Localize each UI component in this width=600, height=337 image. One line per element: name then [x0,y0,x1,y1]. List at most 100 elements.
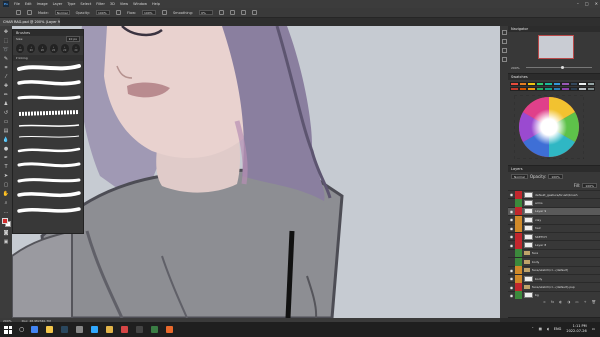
fx-icon[interactable]: fx [551,300,554,304]
history-panel-icon[interactable] [501,30,507,35]
menu-help[interactable]: Help [152,2,160,6]
steam-icon[interactable] [61,326,69,333]
brush-tool-icon[interactable]: ✏ [3,92,10,98]
brush-stroke-preview[interactable] [17,205,81,215]
layers-opacity-input[interactable]: 100% [548,174,563,179]
brush-stroke-preview[interactable] [17,78,81,88]
swatch-color[interactable] [552,82,561,86]
brush-preset-icon[interactable]: • 20 [16,44,25,53]
opacity-input[interactable]: 100% [95,10,110,15]
more-tools-icon[interactable]: … [3,209,10,215]
brush-tool-icon[interactable] [16,10,21,15]
network-icon[interactable]: ▦ [539,327,542,331]
menu-file[interactable]: File [14,2,20,6]
layers-fill-input[interactable]: 100% [582,183,597,188]
mask-icon[interactable]: ◐ [559,300,562,304]
crop-tool-icon[interactable]: ⌗ [3,65,10,71]
settings-icon[interactable] [76,326,84,333]
swatch-color[interactable] [535,82,544,86]
layer-row[interactable]: ◉ default_gesture/brush/brush [508,190,600,199]
trash-icon[interactable]: 🗑 [592,300,596,304]
lasso-tool-icon[interactable]: ➰ [3,47,10,53]
healing-tool-icon[interactable]: ✚ [3,83,10,89]
photoshop-icon[interactable] [91,326,99,333]
visibility-eye-icon[interactable]: ◉ [508,216,515,224]
volume-icon[interactable]: ◖ [547,327,549,331]
angle-icon[interactable] [230,10,236,15]
layer-row[interactable]: ◉ clay [508,215,600,224]
document-tab[interactable]: CHAR RAG.psd @ 200% (Layer 9, RGB/8*) [0,18,60,26]
brush-preset-icon[interactable]: • 20 [38,44,47,53]
shape-tool-icon[interactable]: ▢ [3,182,10,188]
pressure-opacity-icon[interactable] [115,10,121,15]
swatch-color[interactable] [535,87,544,91]
brush-folder[interactable]: ▾ Inking [13,55,83,61]
hand-tool-icon[interactable]: ✋ [3,191,10,197]
zoom-tool-icon[interactable]: ⌕ [3,200,10,206]
visibility-eye-icon[interactable]: ◉ [508,266,515,274]
brush-settings-icon[interactable] [27,10,32,15]
layer-row[interactable]: ◉ face/sketch/cl...(default).psp [508,282,600,291]
menu-layer[interactable]: Layer [53,2,63,6]
brush-stroke-preview[interactable] [17,160,81,170]
swatch-color[interactable] [578,87,587,91]
swatch-color[interactable] [518,87,527,91]
brush-preset-icon[interactable]: • 20 [71,44,81,53]
swatch-color[interactable] [544,87,553,91]
type-tool-icon[interactable]: T [3,164,10,170]
pen-tool-icon[interactable]: ✒ [3,155,10,161]
eraser-tool-icon[interactable]: ▭ [3,119,10,125]
menu-3d[interactable]: 3D [110,2,115,6]
brush-preset-icon[interactable]: • 20 [27,44,36,53]
history-brush-icon[interactable]: ↺ [3,110,10,116]
menu-window[interactable]: Window [133,2,147,6]
navigator-thumbnail[interactable] [538,35,574,59]
obs-icon[interactable] [136,326,144,333]
menu-filter[interactable]: Filter [96,2,105,6]
visibility-eye-icon[interactable]: ◉ [508,233,515,241]
brush-stroke-preview[interactable] [17,134,81,140]
brush-preset-icon[interactable]: • 20 [49,44,58,53]
brush-stroke-preview[interactable] [17,123,81,129]
brush-stroke-preview[interactable] [17,145,81,155]
channels-panel-icon[interactable] [501,57,507,62]
minimize-icon[interactable]: – [577,1,579,6]
screen-mode-icon[interactable]: ▣ [3,239,10,245]
symmetry-icon[interactable] [252,10,258,15]
quick-mask-icon[interactable]: ◙ [3,230,10,236]
brush-stroke-preview[interactable] [17,108,81,118]
visibility-eye-icon[interactable]: ◉ [508,207,515,215]
brush-stroke-preview[interactable] [17,175,81,185]
blend-mode-select[interactable]: Normal [511,174,528,179]
windows-start-icon[interactable] [4,325,12,334]
layer-row[interactable]: ◉ face/sketch/cl...(default) [508,265,600,275]
app-icon[interactable] [151,326,159,333]
group-icon[interactable]: ▭ [575,300,578,304]
link-icon[interactable]: ∞ [543,300,546,304]
stamp-tool-icon[interactable]: ♟ [3,101,10,107]
visibility-eye-icon[interactable]: ◉ [508,283,515,291]
file-explorer-icon[interactable] [46,326,54,333]
swatch-color[interactable] [510,82,519,86]
layer-row[interactable]: ◉ bg [508,290,600,300]
adjustment-icon[interactable]: ◑ [567,300,570,304]
layer-row[interactable]: ◉ Layer 9 [508,206,600,216]
layer-row[interactable]: ◉ hair [508,223,600,233]
layer-row[interactable]: body [508,257,600,266]
navigator-zoom-knob[interactable] [560,66,564,69]
foreground-color[interactable] [1,218,8,224]
gradient-tool-icon[interactable]: ▤ [3,128,10,134]
dodge-tool-icon[interactable]: ● [3,146,10,152]
layer-row[interactable]: arms [508,198,600,208]
smoothing-settings-icon[interactable] [219,10,225,15]
brush-preset-icon[interactable]: • 20 [60,44,69,53]
menu-image[interactable]: Image [37,2,48,6]
clock[interactable]: 1:11 PM 2022-07-26 [566,324,586,334]
swatch-color[interactable] [527,82,536,86]
quick-select-tool-icon[interactable]: ✎ [3,56,10,62]
swatch-color[interactable] [527,87,536,91]
notifications-icon[interactable]: ▭ [592,327,595,331]
app-icon[interactable] [166,326,174,333]
new-layer-icon[interactable]: + [584,300,587,304]
brush-stroke-preview[interactable] [17,190,81,200]
